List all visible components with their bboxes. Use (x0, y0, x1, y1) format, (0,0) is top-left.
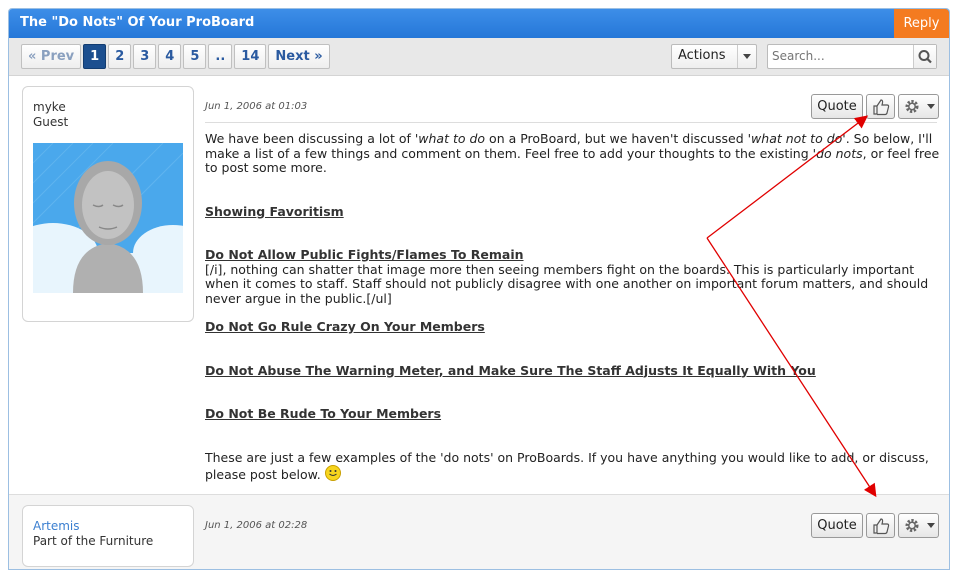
post-date: Jun 1, 2006 at 01:03 (205, 101, 308, 112)
default-avatar-icon (33, 143, 183, 293)
post-options-button[interactable] (898, 94, 939, 119)
search-button[interactable] (913, 45, 936, 68)
thread-title-bar: The "Do Nots" Of Your ProBoard Reply (9, 9, 949, 38)
username[interactable]: Artemis (33, 519, 80, 533)
search-input[interactable] (768, 45, 916, 66)
heading-be-rude: Do Not Be Rude To Your Members (205, 406, 442, 421)
pagination: « Prev 1 2 3 4 5 .. 14 Next » (21, 44, 330, 69)
thumbs-up-icon (873, 518, 890, 535)
search-icon (918, 50, 932, 64)
avatar[interactable] (33, 143, 183, 293)
heading-warning-meter: Do Not Abuse The Warning Meter, and Make… (205, 362, 816, 378)
post-body: We have been discussing a lot of 'what t… (205, 131, 941, 483)
post-options-button[interactable] (898, 513, 939, 538)
page-14-button[interactable]: 14 (234, 44, 267, 69)
outro-paragraph: These are just a few examples of the 'do… (205, 449, 929, 482)
post-2: Artemis Part of the Furniture Jun 1, 200… (9, 494, 949, 569)
mini-profile: Artemis Part of the Furniture (22, 505, 194, 567)
thread-toolbar: « Prev 1 2 3 4 5 .. 14 Next » Actions (9, 38, 949, 76)
page-1-button[interactable]: 1 (83, 44, 107, 69)
page-3-button[interactable]: 3 (133, 44, 157, 69)
post-1: myke Guest Jun 1, 2006 at 01:03 Quote We… (9, 76, 949, 495)
like-button[interactable] (866, 94, 895, 119)
heading-showing-favoritism: Showing Favoritism (205, 203, 344, 219)
search-box (767, 44, 937, 69)
user-rank: Guest (33, 115, 69, 129)
thread-title: The "Do Nots" Of Your ProBoard (20, 15, 255, 30)
quote-button[interactable]: Quote (811, 94, 863, 119)
username[interactable]: myke (33, 100, 66, 114)
thread-container: The "Do Nots" Of Your ProBoard Reply « P… (8, 8, 950, 570)
heading-public-fights: Do Not Allow Public Fights/Flames To Rem… (205, 247, 524, 262)
public-fights-text: [/i], nothing can shatter that image mor… (205, 261, 929, 306)
reply-button[interactable]: Reply (894, 9, 949, 38)
mini-profile: myke Guest (22, 86, 194, 322)
like-button[interactable] (866, 513, 895, 538)
chevron-down-icon (927, 104, 935, 109)
thumbs-up-icon (873, 99, 890, 116)
gear-icon (905, 100, 919, 113)
actions-label: Actions (678, 48, 726, 63)
actions-dropdown[interactable]: Actions (671, 44, 757, 69)
user-rank: Part of the Furniture (33, 534, 154, 548)
intro-paragraph: We have been discussing a lot of 'what t… (205, 131, 940, 175)
chevron-down-icon (927, 523, 935, 528)
heading-rule-crazy: Do Not Go Rule Crazy On Your Members (205, 319, 485, 334)
page-4-button[interactable]: 4 (158, 44, 182, 69)
chevron-down-icon (737, 45, 756, 68)
gear-icon (905, 519, 919, 532)
post-date: Jun 1, 2006 at 02:28 (205, 520, 308, 531)
page-ellipsis-button[interactable]: .. (208, 44, 233, 69)
post-divider (205, 122, 937, 123)
page-2-button[interactable]: 2 (108, 44, 132, 69)
quote-button[interactable]: Quote (811, 513, 863, 538)
prev-page-button[interactable]: « Prev (21, 44, 82, 69)
smiley-icon (324, 465, 341, 481)
next-page-button[interactable]: Next » (268, 44, 330, 69)
page-5-button[interactable]: 5 (183, 44, 207, 69)
